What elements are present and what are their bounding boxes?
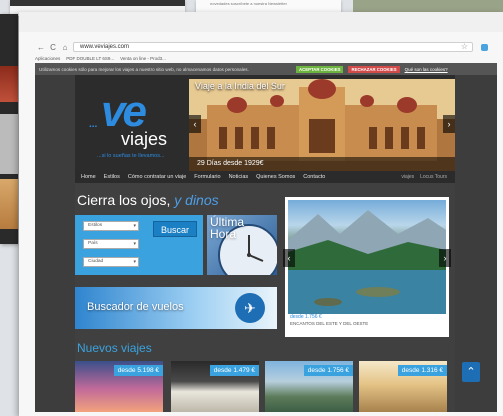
partner-logos: viajes Locus Tours [401,174,447,180]
site-header: ... ve viajes ...si lo sueñas te llevamo… [75,75,455,171]
menu-item-estilos[interactable]: Estilos [104,174,120,180]
menu-item-como-contratar[interactable]: Cómo contratar un viaje [128,174,186,180]
newsletter-note: novedades suscríbete a nuestra Newslette… [210,1,287,6]
gallery-title: ENCANTOS DEL ESTE Y DEL OESTE [290,321,369,326]
pais-select[interactable]: País [83,239,139,249]
trip-card[interactable]: desde 1.756 € [265,361,353,412]
main-menu: Home Estilos Cómo contratar un viaje For… [75,171,455,183]
trip-card[interactable]: desde 1.479 € [171,361,259,412]
extension-icon[interactable] [481,43,488,51]
browser-window: ← C ⌂ www.veviajes.com ☆ Aplicaciones PD… [19,12,503,416]
url-input[interactable]: www.veviajes.com ☆ [73,42,473,52]
logo-viajes: viajes [121,129,168,149]
address-bar-row: ← C ⌂ www.veviajes.com ☆ [19,40,503,54]
gallery-prev-arrow[interactable]: ‹ [283,249,295,267]
ciudad-select[interactable]: Ciudad [83,257,139,267]
partner-logo-locus-tours[interactable]: Locus Tours [420,174,447,180]
reject-cookies-button[interactable]: RECHAZAR COOKIES [348,65,400,73]
trip-card-price: desde 1.756 € [303,365,353,376]
bookmark-pdf[interactable]: PDF DOUBLE LT 6S9... [66,56,114,61]
flight-search-label: Buscador de vuelos [87,301,184,313]
destination-gallery[interactable]: ‹ › desde 1.756 € ENCANTOS DEL ESTE Y DE… [283,197,451,337]
menu-item-contacto[interactable]: Contacto [303,174,325,180]
back-icon[interactable]: ← [37,43,45,52]
hero-slider[interactable]: Viaje a la India del Sur 29 Días desde 1… [189,79,455,171]
menu-item-quienes-somos[interactable]: Quienes Somos [256,174,295,180]
menu-item-noticias[interactable]: Noticias [229,174,249,180]
main-content: Cierra los ojos, y dinos Estilos País Ci… [75,183,455,412]
hero-tagline: Cierra los ojos, y dinos [77,193,219,207]
ultima-hora-banner[interactable]: Última Hora [207,215,277,275]
trip-card[interactable]: desde 5.198 € [75,361,163,412]
estilos-select[interactable]: Estilos [83,221,139,231]
trip-card-price: desde 5.198 € [113,365,163,376]
logo-dots: ... [89,119,98,130]
trip-search-form: Estilos País Ciudad Buscar [75,215,203,275]
menu-item-home[interactable]: Home [81,174,96,180]
tagline-main: Cierra los ojos, [77,192,171,208]
slider-next-arrow[interactable]: › [443,115,455,133]
slide-title: Viaje a la India del Sur [195,81,285,91]
accept-cookies-button[interactable]: ACEPTAR COOKIES [296,65,344,73]
cookie-bar: Utilizamos cookies sólo para mejorar los… [35,63,497,75]
partner-logo-viajes[interactable]: viajes [401,174,414,180]
background-brochure-left [0,14,18,244]
ciudad-select-value: Ciudad [88,259,104,264]
trip-card-price: desde 1.479 € [209,365,259,376]
scroll-to-top-button[interactable]: ⌃ [462,362,480,382]
ultima-hora-text: Última Hora [210,216,244,240]
website-page: Utilizamos cookies sólo para mejorar los… [35,63,497,412]
gallery-next-arrow[interactable]: › [439,249,451,267]
home-icon[interactable]: ⌂ [61,43,69,52]
cookie-text: Utilizamos cookies sólo para mejorar los… [39,66,249,72]
lake-mountains-image [288,200,446,314]
logo-tagline: ...si lo sueñas te llevamos... [97,153,165,159]
trip-card-price: desde 1.316 € [397,365,447,376]
bookmark-venta[interactable]: Venta on line - Prod3... [120,56,166,61]
gallery-price: desde 1.756 € [290,314,322,320]
slide-caption: 29 Días desde 1929€ [189,157,455,171]
estilos-select-value: Estilos [88,223,103,228]
trip-card[interactable]: desde 1.316 € [359,361,447,412]
tagline-accent: y dinos [174,192,219,208]
tab-strip [19,12,503,32]
bookmarks-bar: Aplicaciones PDF DOUBLE LT 6S9... Venta … [35,56,166,61]
bookmark-star-icon[interactable]: ☆ [461,42,468,51]
new-trips-list: desde 5.198 € desde 1.479 € desde 1.756 … [75,361,447,412]
slide-price: 29 Días desde 1929€ [197,160,264,167]
pais-select-value: País [88,241,98,246]
new-trips-heading: Nuevos viajes [77,341,152,355]
landscape-illustration [288,210,446,314]
search-button[interactable]: Buscar [153,221,197,237]
reload-icon[interactable]: C [49,43,57,52]
url-text: www.veviajes.com [80,44,130,50]
slider-prev-arrow[interactable]: ‹ [189,115,201,133]
cookies-info-link[interactable]: Qué son las cookies? [405,67,448,72]
site-logo[interactable]: ... ve viajes ...si lo sueñas te llevamo… [87,89,187,160]
airplane-icon: ✈ [235,293,265,323]
bookmark-apps[interactable]: Aplicaciones [35,56,60,61]
menu-item-formulario[interactable]: Formulario [194,174,220,180]
flight-search-banner[interactable]: Buscador de vuelos ✈ [75,287,277,329]
ultima-hora-line2: Hora [210,227,237,241]
